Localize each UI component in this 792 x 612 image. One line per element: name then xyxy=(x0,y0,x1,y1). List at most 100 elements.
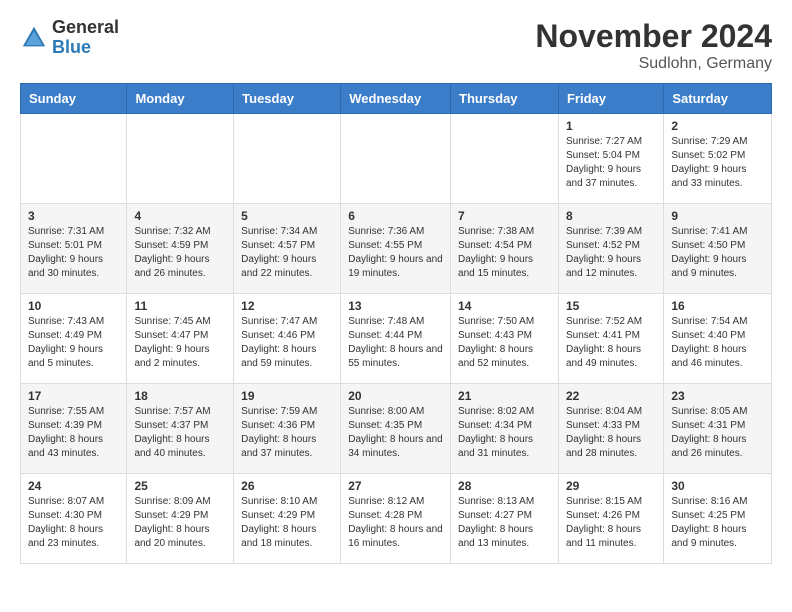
day-info: Sunrise: 7:52 AM Sunset: 4:41 PM Dayligh… xyxy=(566,315,656,371)
calendar-cell: 19 Sunrise: 7:59 AM Sunset: 4:36 PM Dayli… xyxy=(234,384,341,474)
day-info: Sunrise: 7:36 AM Sunset: 4:55 PM Dayligh… xyxy=(348,225,443,281)
calendar-cell: 11 Sunrise: 7:45 AM Sunset: 4:47 PM Dayli… xyxy=(127,294,234,384)
logo: General Blue xyxy=(20,18,119,58)
day-number: 9 xyxy=(671,209,764,223)
calendar-cell: 24 Sunrise: 8:07 AM Sunset: 4:30 PM Dayli… xyxy=(21,474,127,564)
day-info: Sunrise: 7:31 AM Sunset: 5:01 PM Dayligh… xyxy=(28,225,119,281)
calendar-cell: 20Sunrise: 8:00 AM Sunset: 4:35 PM Dayli… xyxy=(341,384,451,474)
day-info: Sunrise: 8:10 AM Sunset: 4:29 PM Dayligh… xyxy=(241,495,333,551)
title-block: November 2024 Sudlohn, Germany xyxy=(535,18,772,73)
calendar-cell xyxy=(127,114,234,204)
calendar-cell: 22 Sunrise: 8:04 AM Sunset: 4:33 PM Dayli… xyxy=(558,384,663,474)
day-number: 27 xyxy=(348,479,443,493)
day-info: Sunrise: 7:32 AM Sunset: 4:59 PM Dayligh… xyxy=(134,225,226,281)
day-info: Sunrise: 8:07 AM Sunset: 4:30 PM Dayligh… xyxy=(28,495,119,551)
location: Sudlohn, Germany xyxy=(535,55,772,73)
calendar-cell: 16 Sunrise: 7:54 AM Sunset: 4:40 PM Dayli… xyxy=(664,294,772,384)
calendar-cell: 6 Sunrise: 7:36 AM Sunset: 4:55 PM Daylig… xyxy=(341,204,451,294)
day-info: Sunrise: 7:34 AM Sunset: 4:57 PM Dayligh… xyxy=(241,225,333,281)
day-number: 22 xyxy=(566,389,656,403)
day-number: 10 xyxy=(28,299,119,313)
day-info: Sunrise: 8:04 AM Sunset: 4:33 PM Dayligh… xyxy=(566,405,656,461)
day-number: 28 xyxy=(458,479,551,493)
calendar-week-row: 10Sunrise: 7:43 AM Sunset: 4:49 PM Dayli… xyxy=(21,294,772,384)
day-number: 19 xyxy=(241,389,333,403)
calendar-cell: 13 Sunrise: 7:48 AM Sunset: 4:44 PM Dayli… xyxy=(341,294,451,384)
day-number: 15 xyxy=(566,299,656,313)
day-number: 21 xyxy=(458,389,551,403)
day-info: Sunrise: 7:45 AM Sunset: 4:47 PM Dayligh… xyxy=(134,315,226,371)
day-number: 13 xyxy=(348,299,443,313)
day-info: Sunrise: 8:09 AM Sunset: 4:29 PM Dayligh… xyxy=(134,495,226,551)
day-info: Sunrise: 7:48 AM Sunset: 4:44 PM Dayligh… xyxy=(348,315,443,371)
calendar-cell: 7 Sunrise: 7:38 AM Sunset: 4:54 PM Daylig… xyxy=(451,204,559,294)
calendar-cell: 2Sunrise: 7:29 AM Sunset: 5:02 PM Daylig… xyxy=(664,114,772,204)
day-number: 1 xyxy=(566,119,656,133)
day-number: 11 xyxy=(134,299,226,313)
day-info: Sunrise: 8:12 AM Sunset: 4:28 PM Dayligh… xyxy=(348,495,443,551)
calendar-cell: 10Sunrise: 7:43 AM Sunset: 4:49 PM Dayli… xyxy=(21,294,127,384)
calendar-week-row: 24 Sunrise: 8:07 AM Sunset: 4:30 PM Dayli… xyxy=(21,474,772,564)
calendar-cell: 29Sunrise: 8:15 AM Sunset: 4:26 PM Dayli… xyxy=(558,474,663,564)
day-number: 29 xyxy=(566,479,656,493)
day-number: 18 xyxy=(134,389,226,403)
calendar-cell: 4 Sunrise: 7:32 AM Sunset: 4:59 PM Daylig… xyxy=(127,204,234,294)
calendar-cell: 12Sunrise: 7:47 AM Sunset: 4:46 PM Dayli… xyxy=(234,294,341,384)
calendar-header-row: SundayMondayTuesdayWednesdayThursdayFrid… xyxy=(21,84,772,114)
calendar-week-row: 1 Sunrise: 7:27 AM Sunset: 5:04 PM Daylig… xyxy=(21,114,772,204)
calendar-day-header: Sunday xyxy=(21,84,127,114)
day-number: 6 xyxy=(348,209,443,223)
calendar-wrap: SundayMondayTuesdayWednesdayThursdayFrid… xyxy=(0,83,792,584)
day-number: 12 xyxy=(241,299,333,313)
day-number: 26 xyxy=(241,479,333,493)
calendar-day-header: Saturday xyxy=(664,84,772,114)
calendar-day-header: Monday xyxy=(127,84,234,114)
calendar-cell: 30Sunrise: 8:16 AM Sunset: 4:25 PM Dayli… xyxy=(664,474,772,564)
day-info: Sunrise: 7:55 AM Sunset: 4:39 PM Dayligh… xyxy=(28,405,119,461)
calendar-cell: 21Sunrise: 8:02 AM Sunset: 4:34 PM Dayli… xyxy=(451,384,559,474)
logo-icon xyxy=(20,24,48,52)
day-number: 7 xyxy=(458,209,551,223)
calendar-cell: 23 Sunrise: 8:05 AM Sunset: 4:31 PM Dayli… xyxy=(664,384,772,474)
day-info: Sunrise: 7:59 AM Sunset: 4:36 PM Dayligh… xyxy=(241,405,333,461)
calendar-cell: 26 Sunrise: 8:10 AM Sunset: 4:29 PM Dayli… xyxy=(234,474,341,564)
day-number: 8 xyxy=(566,209,656,223)
calendar-cell xyxy=(234,114,341,204)
calendar-cell: 5Sunrise: 7:34 AM Sunset: 4:57 PM Daylig… xyxy=(234,204,341,294)
calendar-day-header: Tuesday xyxy=(234,84,341,114)
day-number: 3 xyxy=(28,209,119,223)
day-info: Sunrise: 8:13 AM Sunset: 4:27 PM Dayligh… xyxy=(458,495,551,551)
calendar-cell: 8 Sunrise: 7:39 AM Sunset: 4:52 PM Daylig… xyxy=(558,204,663,294)
day-number: 14 xyxy=(458,299,551,313)
day-number: 23 xyxy=(671,389,764,403)
calendar-cell xyxy=(21,114,127,204)
calendar-table: SundayMondayTuesdayWednesdayThursdayFrid… xyxy=(20,83,772,564)
day-number: 20 xyxy=(348,389,443,403)
calendar-cell: 25 Sunrise: 8:09 AM Sunset: 4:29 PM Dayli… xyxy=(127,474,234,564)
logo-general-text: General xyxy=(52,18,119,38)
calendar-cell: 17Sunrise: 7:55 AM Sunset: 4:39 PM Dayli… xyxy=(21,384,127,474)
calendar-day-header: Wednesday xyxy=(341,84,451,114)
calendar-cell: 3 Sunrise: 7:31 AM Sunset: 5:01 PM Daylig… xyxy=(21,204,127,294)
day-info: Sunrise: 7:39 AM Sunset: 4:52 PM Dayligh… xyxy=(566,225,656,281)
day-info: Sunrise: 7:41 AM Sunset: 4:50 PM Dayligh… xyxy=(671,225,764,281)
month-title: November 2024 xyxy=(535,18,772,55)
day-number: 25 xyxy=(134,479,226,493)
calendar-cell: 28 Sunrise: 8:13 AM Sunset: 4:27 PM Dayli… xyxy=(451,474,559,564)
page-header: General Blue November 2024 Sudlohn, Germ… xyxy=(0,0,792,83)
day-info: Sunrise: 7:54 AM Sunset: 4:40 PM Dayligh… xyxy=(671,315,764,371)
day-info: Sunrise: 7:57 AM Sunset: 4:37 PM Dayligh… xyxy=(134,405,226,461)
calendar-week-row: 3 Sunrise: 7:31 AM Sunset: 5:01 PM Daylig… xyxy=(21,204,772,294)
day-info: Sunrise: 7:38 AM Sunset: 4:54 PM Dayligh… xyxy=(458,225,551,281)
calendar-cell: 15 Sunrise: 7:52 AM Sunset: 4:41 PM Dayli… xyxy=(558,294,663,384)
day-number: 24 xyxy=(28,479,119,493)
calendar-day-header: Thursday xyxy=(451,84,559,114)
day-number: 2 xyxy=(671,119,764,133)
day-info: Sunrise: 7:27 AM Sunset: 5:04 PM Dayligh… xyxy=(566,135,656,191)
day-number: 16 xyxy=(671,299,764,313)
calendar-cell: 14Sunrise: 7:50 AM Sunset: 4:43 PM Dayli… xyxy=(451,294,559,384)
day-number: 4 xyxy=(134,209,226,223)
calendar-cell: 9 Sunrise: 7:41 AM Sunset: 4:50 PM Daylig… xyxy=(664,204,772,294)
day-info: Sunrise: 8:05 AM Sunset: 4:31 PM Dayligh… xyxy=(671,405,764,461)
calendar-cell: 18 Sunrise: 7:57 AM Sunset: 4:37 PM Dayli… xyxy=(127,384,234,474)
